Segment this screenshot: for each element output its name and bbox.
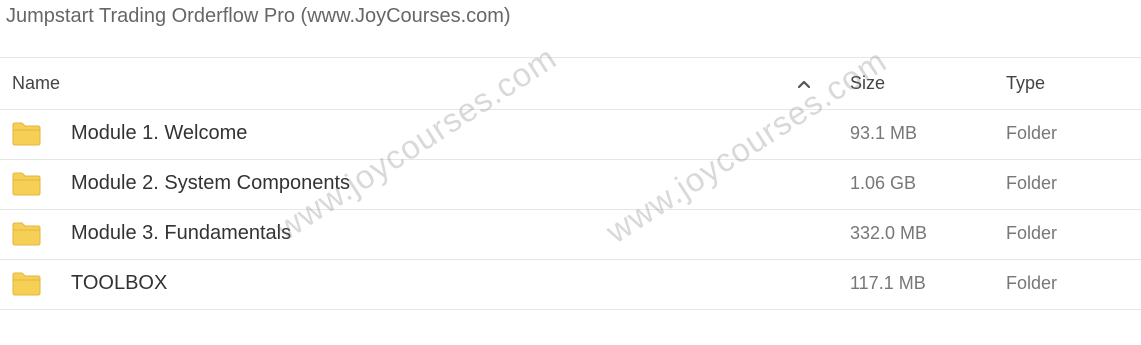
folder-icon bbox=[12, 222, 41, 246]
table-row[interactable]: Module 3. Fundamentals 332.0 MB Folder bbox=[0, 210, 1141, 260]
folder-type: Folder bbox=[1006, 123, 1058, 143]
table-row[interactable]: Module 2. System Components 1.06 GB Fold… bbox=[0, 160, 1141, 210]
folder-size: 93.1 MB bbox=[850, 123, 918, 143]
folder-name[interactable]: TOOLBOX bbox=[71, 272, 167, 295]
folder-name[interactable]: Module 2. System Components bbox=[71, 172, 350, 195]
column-header-size[interactable]: Size bbox=[850, 73, 885, 94]
folder-size: 332.0 MB bbox=[850, 223, 928, 243]
folder-icon bbox=[12, 122, 41, 146]
table-header: Name Size Type bbox=[0, 58, 1141, 110]
folder-size: 117.1 MB bbox=[850, 273, 926, 293]
column-header-name[interactable]: Name bbox=[12, 73, 60, 94]
file-table: Name Size Type Module 1. Welcome 93.1 MB… bbox=[0, 57, 1141, 310]
folder-icon bbox=[12, 272, 41, 296]
folder-size: 1.06 GB bbox=[850, 173, 917, 193]
folder-type: Folder bbox=[1006, 273, 1058, 293]
table-row[interactable]: TOOLBOX 117.1 MB Folder bbox=[0, 260, 1141, 310]
page-title: Jumpstart Trading Orderflow Pro (www.Joy… bbox=[6, 5, 511, 27]
folder-type: Folder bbox=[1006, 223, 1058, 243]
chevron-up-icon[interactable] bbox=[797, 78, 811, 90]
folder-name[interactable]: Module 3. Fundamentals bbox=[71, 222, 291, 245]
table-row[interactable]: Module 1. Welcome 93.1 MB Folder bbox=[0, 110, 1141, 160]
column-header-type[interactable]: Type bbox=[1006, 73, 1045, 94]
folder-type: Folder bbox=[1006, 173, 1058, 193]
folder-icon bbox=[12, 172, 41, 196]
folder-name[interactable]: Module 1. Welcome bbox=[71, 122, 247, 145]
